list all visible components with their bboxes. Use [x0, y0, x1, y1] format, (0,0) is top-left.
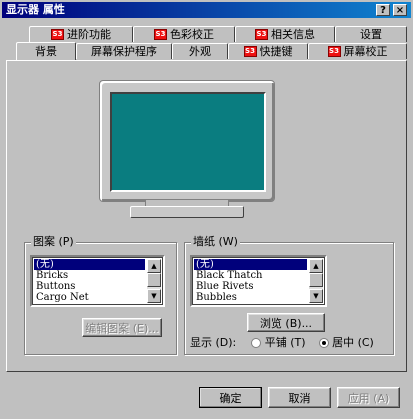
scroll-down-arrow-icon[interactable]: ▼ — [147, 289, 161, 303]
tile-radio[interactable] — [251, 338, 262, 348]
monitor-settings-icon: S3 — [51, 29, 64, 40]
list-item[interactable]: Blue Rivets — [194, 281, 307, 292]
tab-advanced[interactable]: S3 进阶功能 — [29, 26, 133, 42]
scroll-thumb[interactable] — [147, 273, 161, 287]
tab-label: 屏幕校正 — [343, 44, 388, 58]
ok-button[interactable]: 确定 — [199, 387, 262, 408]
pattern-scrollbar[interactable]: ▲ ▼ — [147, 259, 161, 303]
close-button[interactable]: × — [393, 4, 407, 16]
tab-label: 相关信息 — [271, 27, 315, 41]
center-label[interactable]: 居中 (C) — [332, 336, 374, 349]
tab-background[interactable]: 背景 — [16, 42, 76, 60]
scroll-thumb[interactable] — [309, 273, 323, 287]
tab-settings[interactable]: 设置 — [335, 26, 407, 42]
center-radio[interactable] — [318, 338, 329, 348]
tab-label: 背景 — [35, 44, 57, 58]
list-item[interactable]: Cargo Net — [34, 292, 145, 303]
tile-label[interactable]: 平铺 (T) — [265, 336, 306, 349]
wallpaper-scrollbar[interactable]: ▲ ▼ — [309, 259, 323, 303]
tab-info[interactable]: S3 相关信息 — [235, 26, 335, 42]
scroll-down-arrow-icon[interactable]: ▼ — [309, 289, 323, 303]
list-item[interactable]: Black Thatch — [194, 270, 307, 281]
wallpaper-list[interactable]: (无) Black Thatch Blue Rivets Bubbles ▲ ▼ — [190, 255, 327, 307]
title-bar: 显示器 属性 ? × — [2, 2, 411, 18]
monitor-settings-icon: S3 — [255, 29, 268, 40]
monitor-settings-icon: S3 — [154, 29, 167, 40]
monitor-screen — [110, 92, 266, 192]
wallpaper-legend: 墙纸 (W) — [191, 235, 240, 249]
tab-label: 进阶功能 — [67, 27, 111, 41]
tab-screensaver[interactable]: 屏幕保护程序 — [76, 43, 172, 59]
display-options: 显示 (D): 平铺 (T) 居中 (C) — [190, 336, 374, 350]
monitor-settings-icon: S3 — [243, 46, 257, 57]
tab-label: 色彩校正 — [170, 27, 214, 41]
tab-appearance[interactable]: 外观 — [172, 43, 228, 59]
pattern-list[interactable]: (无) Bricks Buttons Cargo Net ▲ ▼ — [30, 255, 165, 307]
tab-color-correction[interactable]: S3 色彩校正 — [133, 26, 235, 42]
browse-button[interactable]: 浏览 (B)... — [247, 313, 325, 332]
window-title: 显示器 属性 — [6, 3, 65, 16]
edit-pattern-button[interactable]: 编辑图案 (E)... — [82, 318, 162, 337]
help-button[interactable]: ? — [376, 4, 390, 16]
monitor-stand — [130, 206, 244, 218]
pattern-legend: 图案 (P) — [31, 235, 76, 249]
list-item[interactable]: (无) — [194, 259, 307, 270]
tab-label: 设置 — [360, 27, 382, 41]
list-item[interactable]: Bubbles — [194, 292, 307, 303]
tab-label: 快捷键 — [259, 44, 293, 58]
tab-label: 外观 — [189, 44, 211, 58]
tab-hotkeys[interactable]: S3 快捷键 — [228, 43, 308, 59]
list-item[interactable]: Buttons — [34, 281, 145, 292]
display-label: 显示 (D): — [190, 336, 237, 349]
apply-button[interactable]: 应用 (A) — [337, 387, 400, 408]
tab-label: 屏幕保护程序 — [91, 44, 157, 58]
tab-screen-calibration[interactable]: S3 屏幕校正 — [308, 43, 407, 59]
list-item[interactable]: Bricks — [34, 270, 145, 281]
list-item[interactable]: (无) — [34, 259, 145, 270]
scroll-up-arrow-icon[interactable]: ▲ — [309, 259, 323, 273]
scroll-up-arrow-icon[interactable]: ▲ — [147, 259, 161, 273]
monitor-settings-icon: S3 — [327, 46, 341, 57]
cancel-button[interactable]: 取消 — [268, 387, 331, 408]
